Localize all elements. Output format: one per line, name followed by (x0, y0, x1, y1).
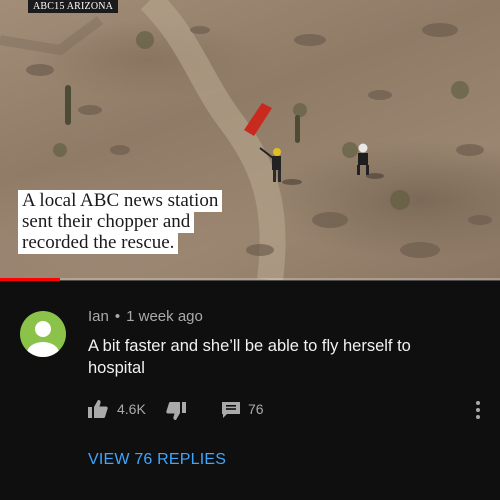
comment-author[interactable]: Ian (88, 308, 109, 325)
like-count: 4.6K (117, 401, 146, 417)
caption-line: A local ABC news station (18, 190, 223, 212)
thumbs-up-icon[interactable] (88, 400, 108, 421)
comment-bubble-icon[interactable] (221, 401, 241, 422)
video-frame[interactable]: ABC15 ARIZONA A local ABC news station s… (0, 0, 500, 280)
comment-text: A bit faster and she’ll be able to fly h… (88, 337, 411, 377)
channel-watermark: ABC15 ARIZONA (28, 0, 119, 13)
comment-card: Ian • 1 week ago A bit faster and she’ll b… (0, 281, 500, 500)
caption-line: sent their chopper and (18, 211, 195, 233)
avatar[interactable] (20, 311, 66, 357)
thumbs-down-icon[interactable] (166, 402, 186, 423)
view-replies-button[interactable]: VIEW 76 REPLIES (88, 451, 226, 469)
comment-actions: 4.6K 76 (88, 398, 468, 422)
default-avatar-icon (27, 321, 59, 357)
comment-time: 1 week ago (126, 308, 203, 325)
video-caption: A local ABC news station sent their chop… (18, 190, 246, 254)
reply-count: 76 (248, 401, 264, 417)
more-vertical-icon[interactable] (470, 399, 486, 421)
meta-separator: • (114, 308, 121, 325)
caption-line: recorded the rescue. (18, 232, 179, 254)
comment-meta: Ian • 1 week ago (88, 308, 203, 325)
